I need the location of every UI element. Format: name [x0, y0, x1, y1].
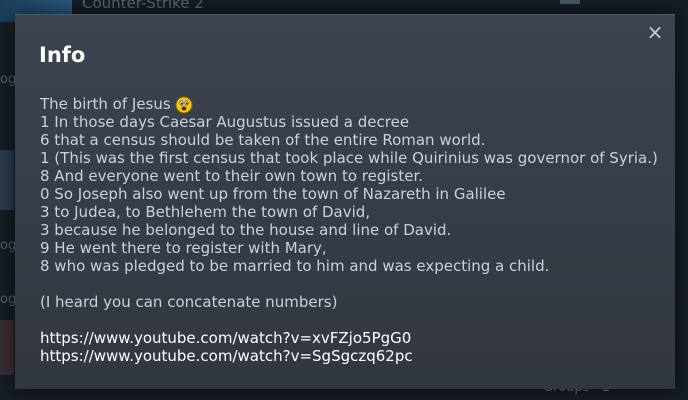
verse-line: 9 He went there to register with Mary, — [40, 239, 327, 257]
verse-line: 0 So Joseph also went up from the town o… — [40, 185, 506, 203]
background-control — [560, 0, 580, 4]
verse-line: 6 that a census should be taken of the e… — [40, 131, 486, 149]
verse-line: 8 And everyone went to their own town to… — [40, 167, 424, 185]
youtube-link[interactable]: https://www.youtube.com/watch?v=xvFZjo5P… — [40, 329, 665, 347]
background-window-title: Counter-Strike 2 — [82, 0, 204, 12]
verse-line: 3 because he belonged to the house and l… — [40, 221, 452, 239]
info-dialog: × Info The birth of Jesus 1 In those day… — [15, 14, 675, 389]
background-thumbnail — [0, 150, 14, 210]
background-thumbnail — [0, 320, 14, 375]
dialog-body: The birth of Jesus 1 In those days Caesa… — [40, 95, 665, 365]
heading-line: The birth of Jesus — [40, 95, 665, 113]
verse-line: 1 In those days Caesar Augustus issued a… — [40, 113, 410, 131]
close-icon[interactable]: × — [647, 20, 664, 44]
close-button[interactable]: × — [644, 21, 666, 43]
heading-text: The birth of Jesus — [40, 95, 171, 113]
note-line: (I heard you can concatenate numbers) — [40, 293, 338, 311]
verse-line: 3 to Judea, to Bethlehem the town of Dav… — [40, 203, 371, 221]
dialog-title: Info — [39, 43, 86, 67]
emoticon-icon — [175, 96, 193, 113]
verse-line: 8 who was pledged to be married to him a… — [40, 257, 550, 275]
verse-line: 1 (This was the first census that took p… — [40, 149, 658, 167]
youtube-link[interactable]: https://www.youtube.com/watch?v=SgSgczq6… — [40, 347, 665, 365]
